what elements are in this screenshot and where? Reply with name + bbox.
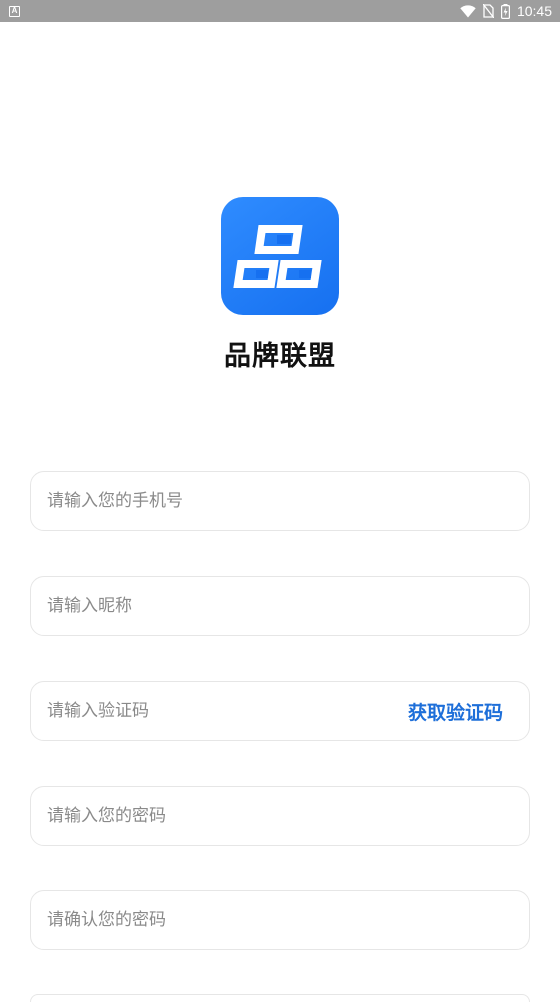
wifi-icon bbox=[460, 4, 476, 18]
phone-field[interactable] bbox=[30, 471, 530, 531]
confirm-password-input[interactable] bbox=[47, 910, 513, 930]
verification-code-field[interactable]: 获取验证码 bbox=[30, 681, 530, 741]
password-input[interactable] bbox=[47, 806, 513, 826]
status-left: A bbox=[9, 5, 20, 17]
get-code-button[interactable]: 获取验证码 bbox=[408, 698, 503, 725]
battery-icon bbox=[500, 3, 510, 19]
confirm-password-field[interactable] bbox=[30, 890, 530, 950]
status-time: 10:45 bbox=[516, 3, 552, 19]
next-field-partial bbox=[30, 994, 530, 1002]
verification-code-input[interactable] bbox=[47, 701, 408, 721]
logo-glyph-icon bbox=[233, 225, 322, 288]
app-name: 品牌联盟 bbox=[224, 341, 336, 372]
nickname-field[interactable] bbox=[30, 576, 530, 636]
brand-logo-icon bbox=[221, 197, 339, 315]
notification-icon: A bbox=[9, 5, 20, 17]
phone-input[interactable] bbox=[47, 491, 513, 511]
nickname-input[interactable] bbox=[47, 596, 513, 616]
status-bar: A 10:45 bbox=[0, 0, 560, 22]
status-right: 10:45 bbox=[460, 3, 552, 19]
password-field[interactable] bbox=[30, 786, 530, 846]
no-sim-icon bbox=[482, 4, 494, 18]
